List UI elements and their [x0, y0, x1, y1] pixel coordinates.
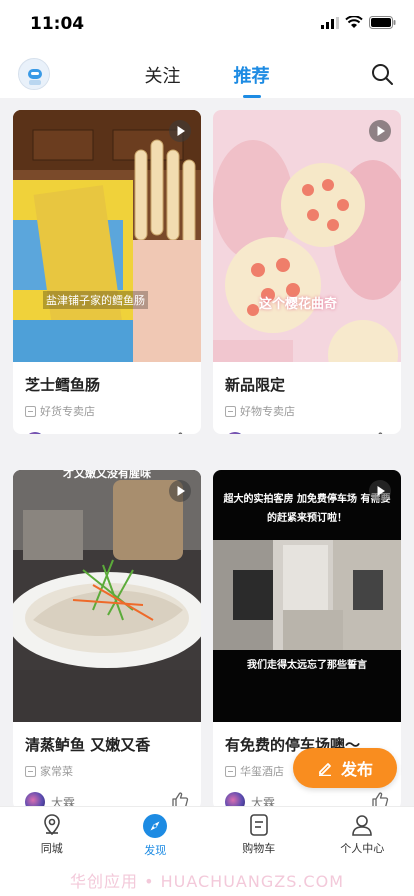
card-image-caption: 才又嫩又没有腥味 — [63, 470, 151, 480]
author-name: 大霖 — [51, 434, 75, 435]
shop-icon — [25, 405, 36, 417]
nav-item-profile[interactable]: 个人中心 — [311, 807, 414, 864]
nav-item-nearby[interactable]: 同城 — [0, 807, 104, 864]
feed-card[interactable]: 才又嫩又没有腥味 清蒸鲈鱼 又嫩又香 家常菜 大霖 — [13, 470, 201, 806]
thumbs-up-icon[interactable] — [371, 791, 389, 806]
author-avatar[interactable] — [225, 432, 245, 434]
nav-label: 购物车 — [242, 842, 276, 855]
top-header: 关注 推荐 — [0, 50, 414, 98]
status-bar: 11:04 — [0, 0, 414, 50]
card-image-caption-bottom: 我们走得太远忘了那些誓言 — [247, 660, 367, 671]
feed-card[interactable]: 这个樱花曲奇 新品限定 好物专卖店 大霖 — [213, 110, 401, 434]
play-icon — [169, 120, 191, 142]
shop-icon — [225, 405, 236, 417]
tab-recommend[interactable]: 推荐 — [234, 62, 270, 98]
card-image: 盐津铺子家的鳕鱼肠 — [13, 110, 201, 362]
card-author: 大霖 — [13, 779, 201, 806]
play-icon — [169, 480, 191, 502]
nav-label: 个人中心 — [340, 842, 385, 855]
shop-icon — [225, 765, 236, 777]
nav-label: 发现 — [144, 844, 167, 857]
nav-item-discover[interactable]: 发现 — [104, 807, 208, 864]
card-shop-name: 好物专卖店 — [240, 405, 295, 418]
card-image-caption: 超大的实拍客房 加免费停车场 有需要的赶紧来预订啦！ — [223, 494, 391, 524]
feed-grid: 盐津铺子家的鳕鱼肠 芝士鳕鱼肠 好货专卖店 大霖 — [0, 98, 414, 806]
shop-icon — [25, 765, 36, 777]
author-name: 大霖 — [51, 795, 76, 807]
card-shop[interactable]: 家常菜 — [13, 755, 201, 779]
feed-tabs: 关注 推荐 — [0, 62, 414, 98]
wifi-icon — [345, 16, 363, 28]
status-time: 11:04 — [30, 14, 85, 34]
watermark: 华创应用 • HUACHUANGZS.COM — [0, 864, 414, 896]
author-avatar[interactable] — [225, 792, 245, 806]
play-icon — [369, 120, 391, 142]
publish-button[interactable]: 发布 — [293, 748, 397, 788]
location-pin-icon — [43, 814, 60, 836]
card-shop-name: 家常菜 — [40, 765, 73, 778]
signal-icon — [321, 16, 339, 29]
card-shop[interactable]: 好物专卖店 — [213, 395, 401, 419]
nav-label: 同城 — [40, 842, 63, 855]
author-name: 大霖 — [251, 795, 276, 807]
card-image: 这个樱花曲奇 — [213, 110, 401, 362]
feed-card[interactable]: 盐津铺子家的鳕鱼肠 芝士鳕鱼肠 好货专卖店 大霖 — [13, 110, 201, 434]
card-shop-name: 华玺酒店 — [240, 765, 284, 778]
bottom-nav: 同城 发现 购物车 个人中心 — [0, 806, 414, 864]
card-author: 大霖 — [213, 419, 401, 434]
cart-list-icon — [249, 814, 268, 836]
card-image-caption: 这个樱花曲奇 — [259, 297, 338, 312]
pencil-icon — [318, 763, 331, 776]
compass-icon — [143, 814, 168, 838]
card-image: 超大的实拍客房 加免费停车场 有需要的赶紧来预订啦！ 我们走得太远忘了那些誓言 — [213, 470, 401, 722]
card-author: 大霖 — [13, 419, 201, 434]
card-image-caption: 盐津铺子家的鳕鱼肠 — [43, 291, 148, 309]
search-icon[interactable] — [370, 62, 394, 86]
publish-button-label: 发布 — [340, 760, 373, 779]
play-icon — [369, 480, 391, 502]
author-avatar[interactable] — [25, 792, 45, 806]
card-shop-name: 好货专卖店 — [40, 405, 95, 418]
card-image: 才又嫩又没有腥味 — [13, 470, 201, 722]
card-title: 清蒸鲈鱼 又嫩又香 — [25, 736, 151, 754]
card-shop[interactable]: 好货专卖店 — [13, 395, 201, 419]
nav-item-cart[interactable]: 购物车 — [207, 807, 311, 864]
thumbs-up-icon[interactable] — [171, 791, 189, 806]
card-title: 芝士鳕鱼肠 — [25, 376, 101, 394]
thumbs-up-icon[interactable] — [371, 431, 389, 434]
card-title: 新品限定 — [225, 376, 286, 394]
tab-follow[interactable]: 关注 — [144, 62, 180, 88]
user-icon — [352, 815, 373, 836]
author-name: 大霖 — [251, 434, 275, 435]
thumbs-up-icon[interactable] — [171, 431, 189, 434]
status-icons — [321, 16, 396, 29]
battery-icon — [369, 16, 396, 29]
author-avatar[interactable] — [25, 432, 45, 434]
